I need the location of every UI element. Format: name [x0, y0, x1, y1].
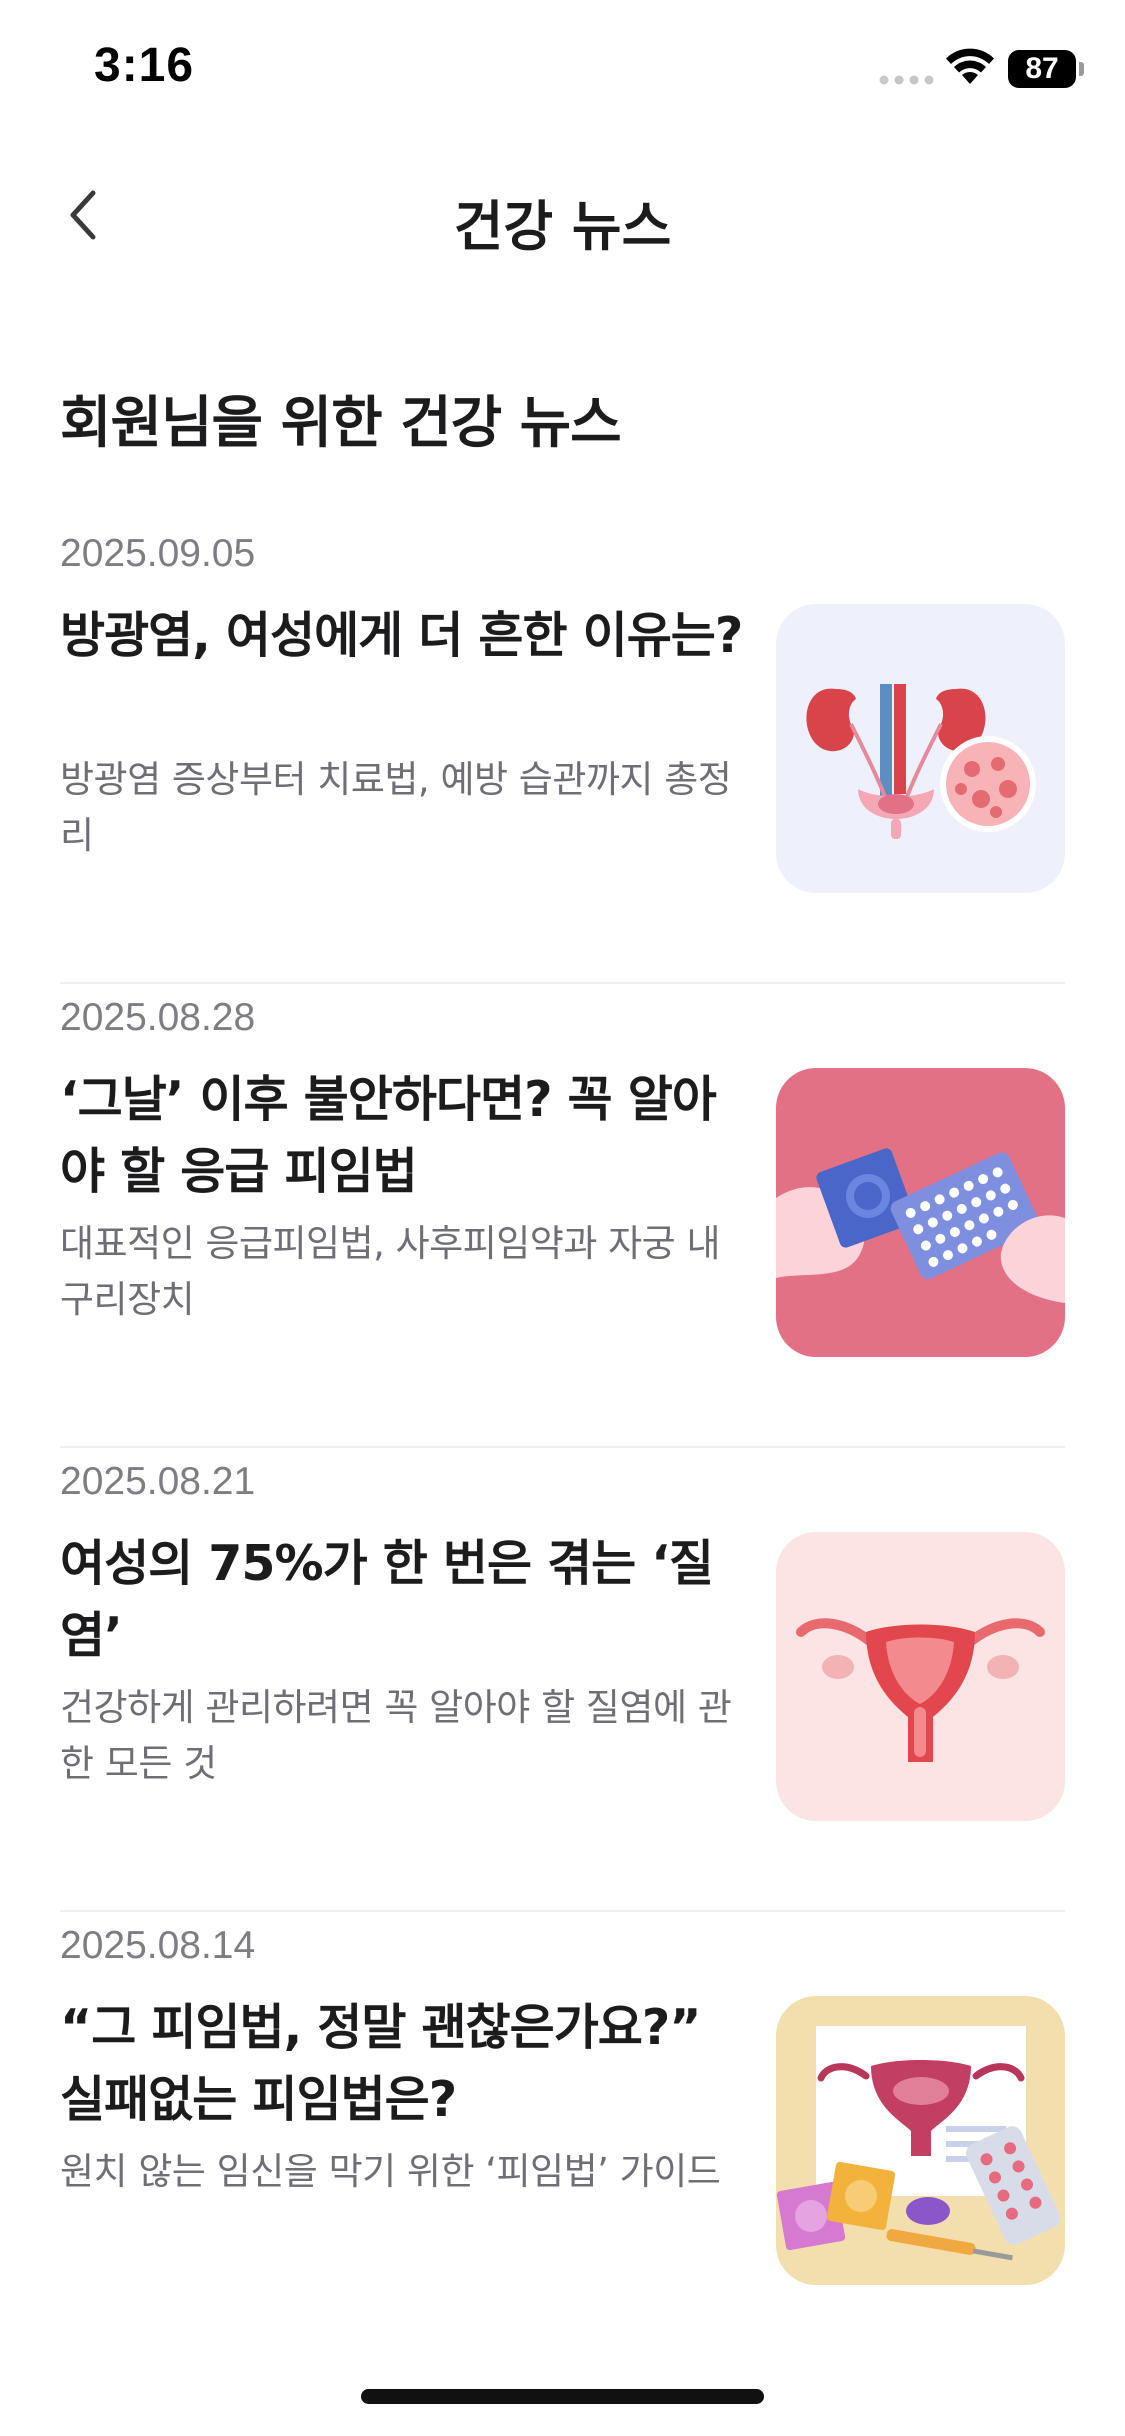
news-description: 대표적인 응급피임법, 사후피임약과 자궁 내 구리장치 — [60, 1222, 721, 1321]
news-list: 2025.09.05 방광염, 여성에게 더 흔한 이유는? 방광염 증상부터 … — [60, 520, 1065, 2376]
section-title: 회원님을 위한 건강 뉴스 — [60, 391, 622, 456]
wifi-icon — [946, 48, 994, 84]
news-date: 2025.08.28 — [60, 996, 256, 1039]
battery-icon: 87 — [1008, 50, 1084, 88]
news-thumbnail — [776, 604, 1065, 893]
news-thumbnail — [776, 1532, 1065, 1821]
navigation-bar: 건강 뉴스 — [0, 160, 1125, 270]
news-date: 2025.08.14 — [60, 1924, 256, 1967]
news-item[interactable]: 2025.08.21 여성의 75%가 한 번은 겪는 ‘질염’ 건강하게 관리… — [60, 1448, 1065, 1912]
news-thumbnail — [776, 1996, 1065, 2285]
contraception-methods-illustration-icon — [776, 1996, 1065, 2285]
kidney-bladder-illustration-icon — [776, 604, 1065, 893]
uterus-illustration-icon — [776, 1532, 1065, 1821]
news-thumbnail — [776, 1068, 1065, 1357]
news-title: ‘그날’ 이후 불안하다면? 꼭 알아야 할 응급 피임법 — [60, 1071, 717, 1200]
news-description: 건강하게 관리하려면 꼭 알아야 할 질염에 관한 모든 것 — [60, 1686, 732, 1785]
news-item[interactable]: 2025.08.28 ‘그날’ 이후 불안하다면? 꼭 알아야 할 응급 피임법… — [60, 984, 1065, 1448]
cellular-signal-icon — [879, 75, 934, 85]
news-description: 방광염 증상부터 치료법, 예방 습관까지 총정리 — [60, 758, 732, 857]
news-title: 여성의 75%가 한 번은 겪는 ‘질염’ — [60, 1535, 714, 1664]
news-date: 2025.08.21 — [60, 1460, 256, 1503]
news-item[interactable]: 2025.09.05 방광염, 여성에게 더 흔한 이유는? 방광염 증상부터 … — [60, 520, 1065, 984]
news-description: 원치 않는 임신을 막기 위한 ‘피임법’ 가이드 — [60, 2150, 721, 2193]
status-bar: 3:16 87 — [0, 0, 1125, 140]
status-time: 3:16 — [94, 39, 195, 92]
home-indicator[interactable] — [361, 2389, 764, 2404]
page-title: 건강 뉴스 — [453, 195, 672, 258]
news-date: 2025.09.05 — [60, 532, 256, 575]
news-title: “그 피임법, 정말 괜찮은가요?” 실패없는 피임법은? — [60, 1999, 702, 2128]
condom-pill-pack-illustration-icon — [776, 1068, 1065, 1357]
news-item[interactable]: 2025.08.14 “그 피임법, 정말 괜찮은가요?” 실패없는 피임법은?… — [60, 1912, 1065, 2376]
battery-level: 87 — [1008, 50, 1076, 88]
news-title: 방광염, 여성에게 더 흔한 이유는? — [60, 607, 743, 664]
battery-tip — [1079, 62, 1084, 76]
